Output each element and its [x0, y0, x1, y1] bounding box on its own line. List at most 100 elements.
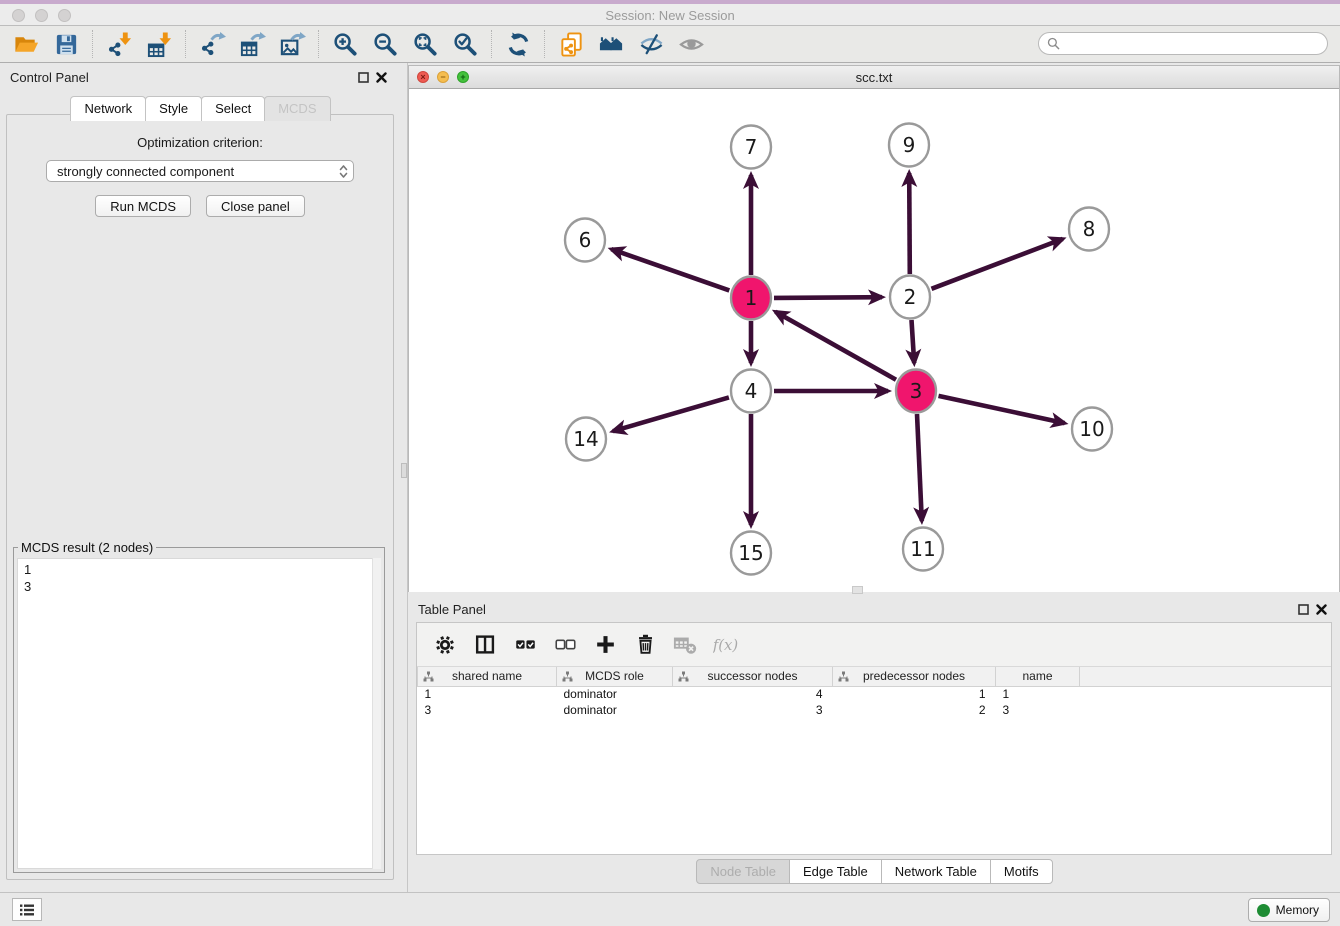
graph-node-15[interactable]: 15	[731, 532, 771, 575]
graph-node-3[interactable]: 3	[896, 370, 936, 413]
node-label: 10	[1079, 417, 1104, 441]
network-window-controls[interactable]: × − +	[417, 71, 469, 83]
cell[interactable]: 1	[418, 686, 557, 702]
network-canvas[interactable]: 7 9 6 8 1 2 4 3 14 10 15 11	[409, 89, 1339, 592]
export-image-button[interactable]	[272, 28, 312, 60]
export-table-button[interactable]	[232, 28, 272, 60]
cell[interactable]: dominator	[557, 686, 673, 702]
close-panel-action-button[interactable]: Close panel	[206, 195, 305, 217]
export-network-button[interactable]	[192, 28, 232, 60]
delete-row-button[interactable]	[627, 628, 663, 662]
graph-node-14[interactable]: 14	[566, 418, 606, 461]
tab-style[interactable]: Style	[145, 96, 202, 121]
clone-network-button[interactable]	[551, 28, 591, 60]
tab-select[interactable]: Select	[201, 96, 265, 121]
zoom-out-button[interactable]	[365, 28, 405, 60]
run-mcds-button[interactable]: Run MCDS	[95, 195, 191, 217]
close-panel-button[interactable]	[372, 68, 390, 86]
edge-3-1[interactable]	[775, 312, 896, 380]
cell[interactable]: 4	[673, 686, 833, 702]
optimization-criterion-select[interactable]: strongly connected component	[46, 160, 354, 182]
zoom-in-icon	[332, 31, 359, 58]
edge-2-9[interactable]	[909, 173, 910, 274]
cell[interactable]: dominator	[557, 702, 673, 718]
column-header-MCDS-role[interactable]: MCDS role	[557, 667, 673, 686]
table-close-button[interactable]	[1312, 600, 1330, 618]
control-panel-header: Control Panel	[0, 63, 400, 91]
refresh-layout-button[interactable]	[498, 28, 538, 60]
graph-node-10[interactable]: 10	[1072, 408, 1112, 451]
edge-3-11[interactable]	[917, 414, 922, 521]
deselect-all-button[interactable]	[547, 628, 583, 662]
cell[interactable]: 3	[673, 702, 833, 718]
result-scrollbar[interactable]	[372, 558, 381, 869]
column-header-successor-nodes[interactable]: successor nodes	[673, 667, 833, 686]
zoom-fit-button[interactable]	[405, 28, 445, 60]
network-window-titlebar[interactable]: × − + scc.txt	[409, 66, 1339, 89]
zoom-selected-button[interactable]	[445, 28, 485, 60]
tab-mcds[interactable]: MCDS	[264, 96, 330, 121]
float-icon	[358, 72, 369, 83]
edge-2-3[interactable]	[912, 320, 915, 363]
column-header-name[interactable]: name	[996, 667, 1080, 686]
open-file-button[interactable]	[6, 28, 46, 60]
tab-node-table[interactable]: Node Table	[696, 859, 790, 884]
column-label: shared name	[452, 669, 522, 683]
graph-node-7[interactable]: 7	[731, 126, 771, 169]
task-history-button[interactable]	[12, 898, 42, 921]
edge-1-6[interactable]	[611, 249, 729, 290]
graph-node-1[interactable]: 1	[731, 277, 771, 320]
column-header-predecessor-nodes[interactable]: predecessor nodes	[833, 667, 996, 686]
float-panel-button[interactable]	[354, 68, 372, 86]
memory-button[interactable]: Memory	[1248, 898, 1330, 922]
horizontal-splitter-grip[interactable]	[852, 586, 863, 594]
import-network-button[interactable]	[99, 28, 139, 60]
cell[interactable]: 3	[996, 702, 1080, 718]
search-input[interactable]	[1065, 37, 1319, 51]
settings-button[interactable]	[427, 628, 463, 662]
column-header-shared-name[interactable]: shared name	[418, 667, 557, 686]
import-table-button[interactable]	[139, 28, 179, 60]
network-maximize-icon[interactable]: +	[457, 71, 469, 83]
table-row[interactable]: 3dominator323	[418, 702, 1332, 718]
tab-motifs[interactable]: Motifs	[990, 859, 1053, 884]
cell[interactable]: 2	[833, 702, 996, 718]
network-close-icon[interactable]: ×	[417, 71, 429, 83]
zoom-in-button[interactable]	[325, 28, 365, 60]
edge-2-8[interactable]	[932, 239, 1063, 289]
delete-row-icon	[633, 632, 658, 657]
tab-edge-table[interactable]: Edge Table	[789, 859, 882, 884]
edge-3-10[interactable]	[939, 396, 1065, 423]
node-table[interactable]: shared name MCDS rolesuccessor nodesprede…	[417, 667, 1331, 718]
hide-selected-button[interactable]	[631, 28, 671, 60]
cell[interactable]: 3	[418, 702, 557, 718]
search-box[interactable]	[1038, 32, 1328, 55]
first-neighbors-icon	[598, 31, 625, 58]
table-float-button[interactable]	[1294, 600, 1312, 618]
edge-1-2[interactable]	[774, 297, 882, 298]
network-minimize-icon[interactable]: −	[437, 71, 449, 83]
graph-node-9[interactable]: 9	[889, 124, 929, 167]
select-all-button[interactable]	[507, 628, 543, 662]
add-row-button[interactable]	[587, 628, 623, 662]
close-icon	[1316, 604, 1327, 615]
tab-network[interactable]: Network	[70, 96, 146, 121]
graph-node-4[interactable]: 4	[731, 370, 771, 413]
show-all-button[interactable]	[671, 28, 711, 60]
save-session-button[interactable]	[46, 28, 86, 60]
edge-4-14[interactable]	[613, 397, 729, 431]
tab-network-table[interactable]: Network Table	[881, 859, 991, 884]
mcds-result-text[interactable]: 1 3	[17, 558, 381, 869]
table-row[interactable]: 1dominator411	[418, 686, 1332, 702]
splitter-grip[interactable]	[401, 463, 407, 478]
first-neighbors-button[interactable]	[591, 28, 631, 60]
panel-splitter[interactable]	[400, 63, 408, 892]
graph-node-11[interactable]: 11	[903, 528, 943, 571]
graph-node-6[interactable]: 6	[565, 219, 605, 262]
graph-node-8[interactable]: 8	[1069, 208, 1109, 251]
cell[interactable]: 1	[996, 686, 1080, 702]
cell[interactable]: 1	[833, 686, 996, 702]
network-graph[interactable]: 7 9 6 8 1 2 4 3 14 10 15 11	[409, 89, 1339, 592]
columns-button[interactable]	[467, 628, 503, 662]
graph-node-2[interactable]: 2	[890, 276, 930, 319]
